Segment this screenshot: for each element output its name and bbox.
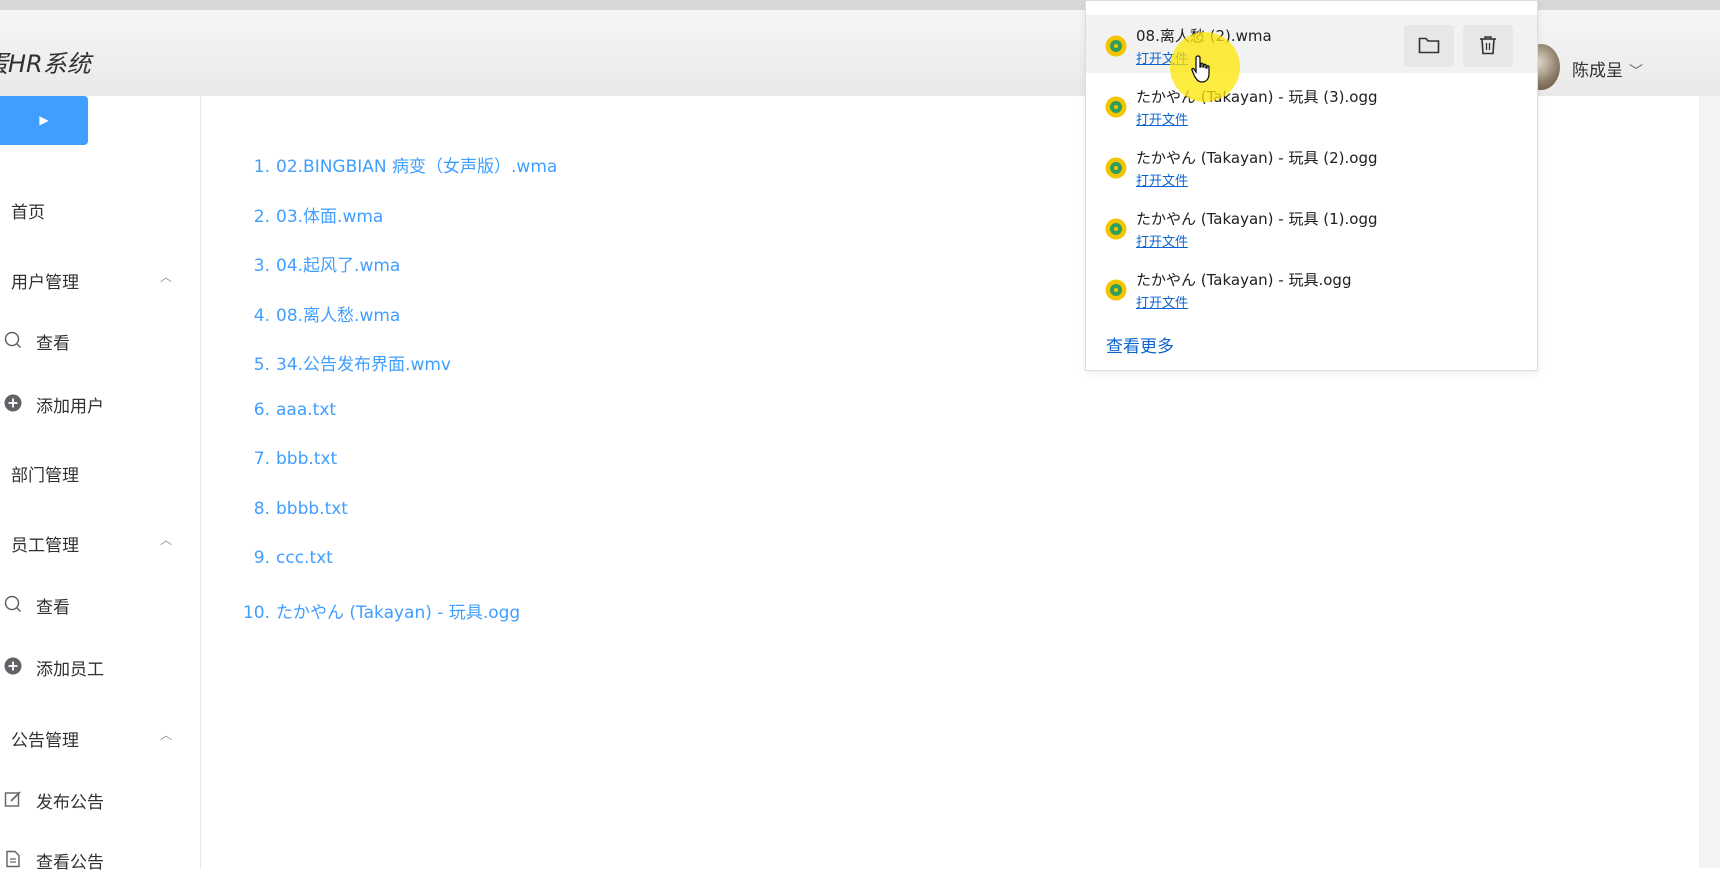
- list-item: 3. 04.起风了.wma: [230, 251, 830, 276]
- sidebar-item-add-employee[interactable]: 添加员工: [0, 645, 199, 685]
- download-item[interactable]: たかやん (Takayan) - 玩具 (3).ogg 打开文件: [1086, 76, 1537, 134]
- file-link[interactable]: bbbb.txt: [276, 499, 348, 519]
- open-file-link[interactable]: 打开文件: [1136, 170, 1188, 189]
- list-item-number: 1.: [253, 157, 270, 177]
- download-file-name: たかやん (Takayan) - 玩具 (3).ogg: [1136, 88, 1378, 106]
- file-link[interactable]: 02.BINGBIAN 病变（女声版）.wma: [276, 157, 557, 177]
- search-icon: [4, 331, 22, 349]
- list-item-number: 10.: [242, 603, 270, 623]
- sidebar-item-view-notices[interactable]: 查看公告: [0, 838, 199, 878]
- sidebar-item-label: 查看: [36, 598, 70, 618]
- file-link[interactable]: bbb.txt: [276, 449, 337, 469]
- sidebar-item-label: 发布公告: [36, 793, 104, 813]
- play-right-icon: ▶: [39, 113, 49, 127]
- list-item: 2. 03.体面.wma: [230, 202, 830, 227]
- sidebar-group-user-management[interactable]: 用户管理 ︿: [0, 258, 199, 298]
- sidebar-item-publish-notice[interactable]: 发布公告: [0, 778, 199, 818]
- user-name: 陈成呈: [1572, 61, 1623, 81]
- sidebar-item-label: 查看公告: [36, 853, 104, 873]
- sidebar-item-label: 部门管理: [11, 466, 79, 486]
- list-item: 8. bbbb.txt: [230, 499, 830, 519]
- chevron-up-icon: ︿: [160, 728, 173, 742]
- file-link[interactable]: たかやん (Takayan) - 玩具.ogg: [276, 603, 520, 623]
- app-title: 蛋HR系统: [0, 50, 91, 78]
- delete-download-button[interactable]: [1463, 25, 1513, 67]
- file-link[interactable]: 34.公告发布界面.wmv: [276, 355, 451, 375]
- list-item-number: 8.: [253, 499, 270, 519]
- hand-cursor-icon: [1191, 55, 1210, 83]
- music-file-icon: [1105, 157, 1127, 179]
- open-file-link[interactable]: 打开文件: [1136, 292, 1188, 311]
- chevron-up-icon: ︿: [160, 533, 173, 547]
- show-in-folder-button[interactable]: [1404, 25, 1454, 67]
- list-item: 5. 34.公告发布界面.wmv: [230, 350, 830, 375]
- download-file-name: たかやん (Takayan) - 玩具 (1).ogg: [1136, 210, 1378, 228]
- folder-icon: [1418, 37, 1440, 54]
- list-item: 1. 02.BINGBIAN 病变（女声版）.wma: [230, 152, 830, 177]
- music-file-icon: [1105, 35, 1127, 57]
- sidebar-item-view-employees[interactable]: 查看: [0, 583, 199, 623]
- see-more-link[interactable]: 查看更多: [1106, 332, 1174, 357]
- file-link[interactable]: aaa.txt: [276, 400, 336, 420]
- download-item[interactable]: たかやん (Takayan) - 玩具 (1).ogg 打开文件: [1086, 198, 1537, 256]
- sidebar-item-label: 用户管理: [11, 273, 79, 293]
- download-item[interactable]: たかやん (Takayan) - 玩具 (2).ogg 打开文件: [1086, 137, 1537, 195]
- sidebar-group-employee-management[interactable]: 员工管理 ︿: [0, 521, 199, 561]
- download-item[interactable]: たかやん (Takayan) - 玩具.ogg 打开文件: [1086, 259, 1537, 317]
- chevron-up-icon: ︿: [160, 270, 173, 284]
- document-icon: [6, 850, 20, 868]
- list-item-number: 9.: [253, 548, 270, 568]
- search-icon: [4, 595, 22, 613]
- list-item-number: 2.: [253, 207, 270, 227]
- download-file-name: たかやん (Takayan) - 玩具.ogg: [1136, 271, 1352, 289]
- sidebar-group-notice-management[interactable]: 公告管理 ︿: [0, 716, 199, 756]
- download-item[interactable]: 08.离人愁 (2).wma 打开文件: [1086, 15, 1537, 73]
- sidebar-item-view-users[interactable]: 查看: [0, 319, 199, 359]
- list-item-number: 4.: [253, 306, 270, 326]
- right-gutter: [1699, 96, 1720, 868]
- list-item-number: 7.: [253, 449, 270, 469]
- plus-circle-icon: [4, 657, 22, 675]
- list-item: 7. bbb.txt: [230, 449, 830, 469]
- list-item-number: 3.: [253, 256, 270, 276]
- sidebar-item-label: 添加用户: [36, 397, 104, 417]
- edit-icon: [4, 791, 21, 807]
- sidebar-item-label: 首页: [11, 203, 45, 223]
- sidebar-item-label: 员工管理: [11, 536, 79, 556]
- list-item-number: 6.: [253, 400, 270, 420]
- chevron-down-icon: ﹀: [1629, 64, 1643, 80]
- list-item: 10. たかやん (Takayan) - 玩具.ogg: [230, 598, 830, 623]
- open-file-link[interactable]: 打开文件: [1136, 109, 1188, 128]
- trash-icon: [1480, 36, 1496, 55]
- sidebar-item-department-management[interactable]: 部门管理: [0, 451, 199, 491]
- file-link[interactable]: 08.离人愁.wma: [276, 306, 400, 326]
- open-file-link[interactable]: 打开文件: [1136, 231, 1188, 250]
- sidebar-item-add-user[interactable]: 添加用户: [0, 382, 199, 422]
- list-item: 6. aaa.txt: [230, 400, 830, 420]
- downloads-panel: 08.离人愁 (2).wma 打开文件 たかやん (Takayan) - 玩具 …: [1085, 0, 1538, 371]
- sidebar-item-label: 公告管理: [11, 731, 79, 751]
- sidebar-item-label: 查看: [36, 334, 70, 354]
- music-file-icon: [1105, 218, 1127, 240]
- sidebar-toggle-button[interactable]: ▶: [0, 96, 88, 145]
- sidebar-item-label: 添加员工: [36, 660, 104, 680]
- music-file-icon: [1105, 279, 1127, 301]
- download-file-name: たかやん (Takayan) - 玩具 (2).ogg: [1136, 149, 1378, 167]
- file-link[interactable]: 04.起风了.wma: [276, 256, 400, 276]
- music-file-icon: [1105, 96, 1127, 118]
- list-item-number: 5.: [253, 355, 270, 375]
- list-item: 9. ccc.txt: [230, 548, 830, 568]
- sidebar-item-home[interactable]: 首页: [0, 188, 199, 228]
- list-item: 4. 08.离人愁.wma: [230, 301, 830, 326]
- file-link[interactable]: 03.体面.wma: [276, 207, 383, 227]
- file-link[interactable]: ccc.txt: [276, 548, 333, 568]
- plus-circle-icon: [4, 394, 22, 412]
- user-menu[interactable]: 陈成呈 ﹀: [1572, 56, 1643, 81]
